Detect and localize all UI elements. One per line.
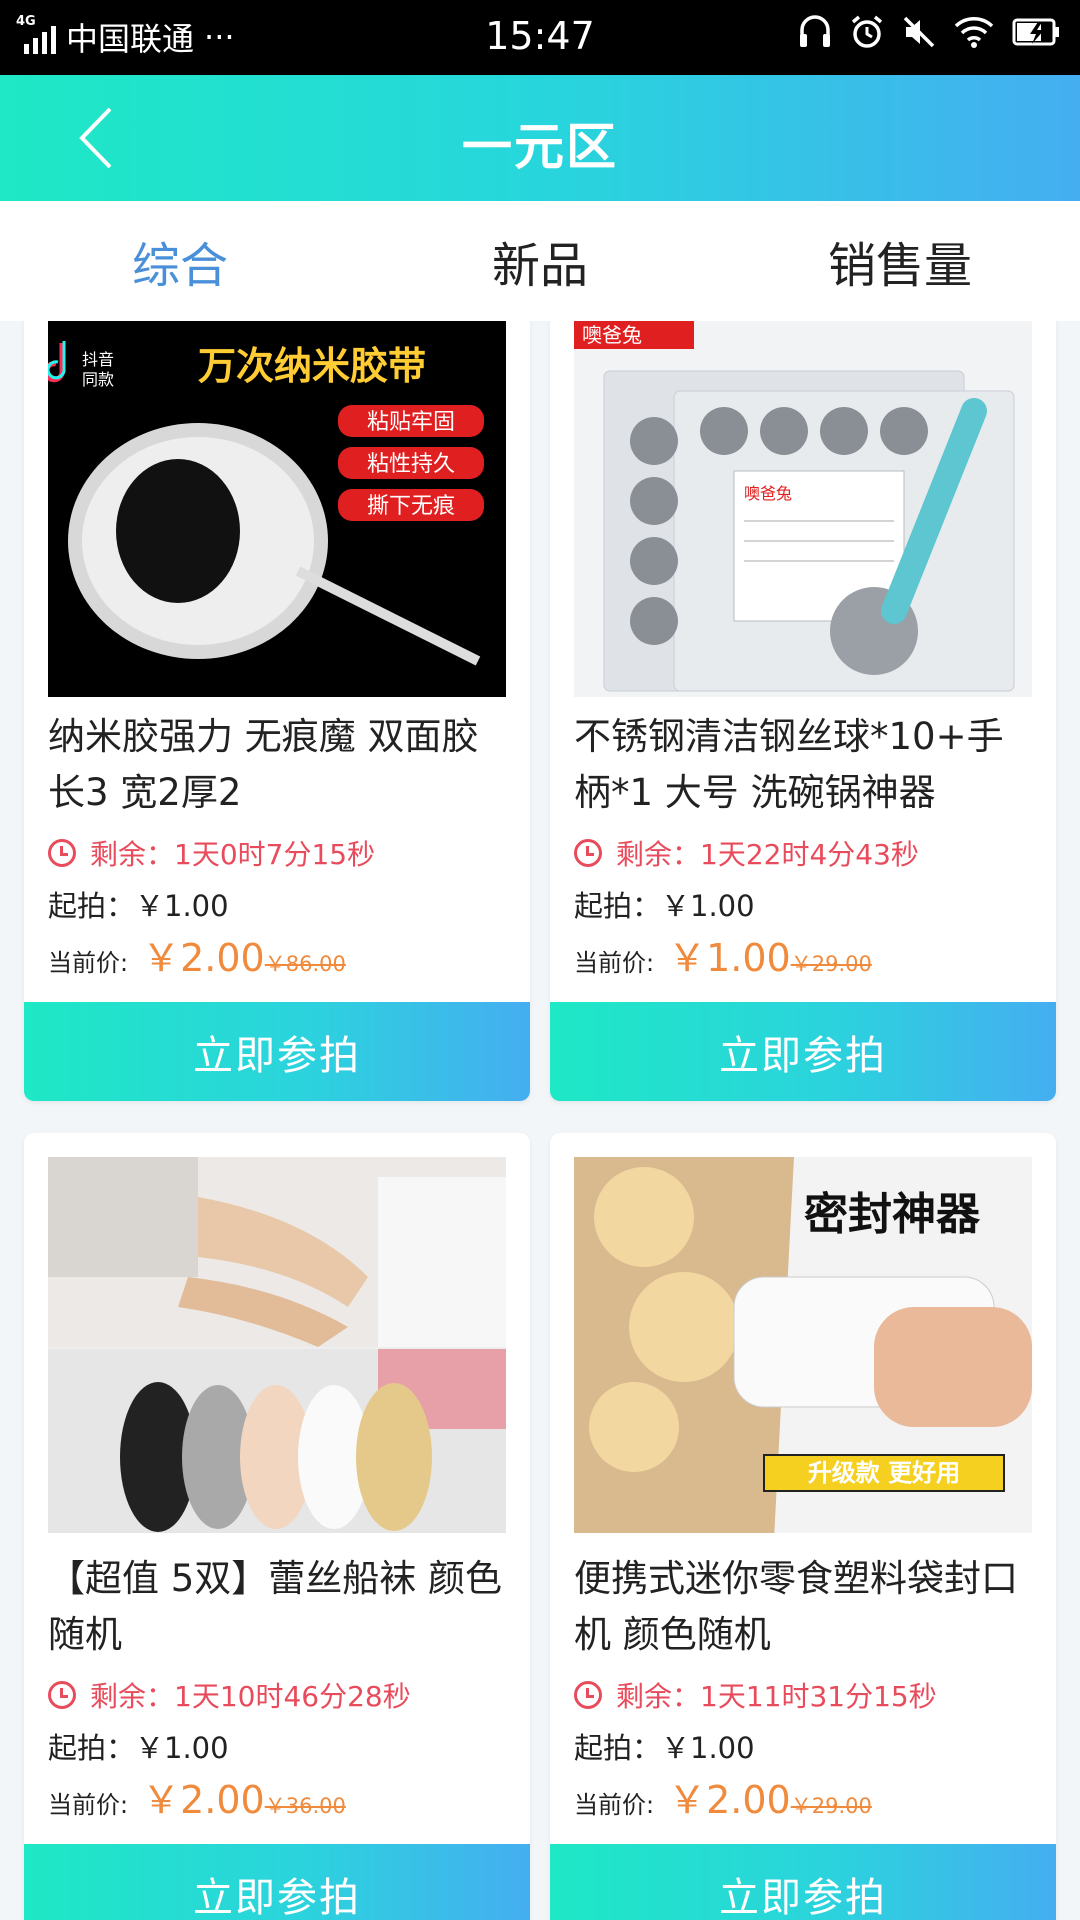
current-price-label: 当前价: (574, 1791, 655, 1819)
product-name: 不锈钢清洁钢丝球*10+手柄*1 大号 洗碗锅神器 (574, 715, 1004, 814)
status-right (798, 14, 1062, 50)
sort-tabs: 综合 新品 销售量 (0, 201, 1080, 321)
starting-price: 起拍：￥1.00 (574, 889, 755, 923)
current-price-label: 当前价: (48, 949, 129, 977)
product-name: 便携式迷你零食塑料袋封口机 颜色随机 (574, 1557, 1018, 1656)
current-price: ￥1.00 (668, 936, 791, 980)
svg-text:撕下无痕: 撕下无痕 (367, 494, 455, 519)
alarm-icon (851, 15, 883, 48)
status-bar: 4G 中国联通 ··· 15:47 (0, 0, 1080, 75)
countdown-text: 剩余：1天11时31分15秒 (616, 1680, 937, 1713)
product-image: 抖音 同款 万次纳米胶带 粘贴牢固 粘性持久 撕下无痕 (48, 321, 506, 697)
image-banner: 升级款 更好用 (808, 1459, 960, 1487)
product-image: 密封神器 升级款 更好用 (574, 1157, 1032, 1533)
clock-icon (574, 1681, 602, 1709)
bid-now-button[interactable]: 立即参拍 (24, 1844, 530, 1920)
brand-label: 噢爸兔 (582, 323, 642, 347)
product-grid: 抖音 同款 万次纳米胶带 粘贴牢固 粘性持久 撕下无痕 纳米胶强力 无痕魔 双面… (0, 321, 1080, 1920)
product-image: 噢爸兔 噢爸兔 (574, 321, 1032, 697)
original-price: ￥86.00 (264, 952, 346, 976)
sealer-image: 密封神器 升级款 更好用 (574, 1157, 1032, 1533)
battery-charging-icon (1012, 18, 1059, 46)
starting-price: 起拍：￥1.00 (48, 1731, 229, 1765)
tab-new[interactable]: 新品 (360, 201, 720, 321)
tab-sales[interactable]: 销售量 (720, 201, 1080, 321)
countdown: 剩余：1天0时7分15秒 (48, 833, 375, 873)
countdown: 剩余：1天11时31分15秒 (574, 1675, 937, 1715)
current-price-label: 当前价: (48, 1791, 129, 1819)
bid-now-button[interactable]: 立即参拍 (550, 1002, 1056, 1101)
current-price-row: 当前价: ￥2.00 ￥36.00 (48, 1769, 346, 1824)
current-price-row: 当前价: ￥1.00 ￥29.00 (574, 927, 872, 982)
current-price-row: 当前价: ￥2.00 ￥29.00 (574, 1769, 872, 1824)
headphones-icon (800, 15, 830, 47)
starting-price: 起拍：￥1.00 (48, 889, 229, 923)
current-price-label: 当前价: (574, 949, 655, 977)
image-headline: 万次纳米胶带 (198, 344, 426, 388)
svg-text:粘贴牢固: 粘贴牢固 (367, 410, 455, 435)
douyin-badge-b: 同款 (82, 371, 114, 389)
clock-icon (48, 1681, 76, 1709)
countdown: 剩余：1天10时46分28秒 (48, 1675, 411, 1715)
tab-comprehensive[interactable]: 综合 (0, 201, 360, 321)
socks-image (48, 1157, 506, 1533)
tape-image: 抖音 同款 万次纳米胶带 粘贴牢固 粘性持久 撕下无痕 (48, 321, 506, 697)
countdown-text: 剩余：1天22时4分43秒 (616, 838, 919, 871)
current-price: ￥2.00 (142, 1778, 265, 1822)
steel-wool-image: 噢爸兔 噢爸兔 (574, 321, 1032, 697)
countdown-text: 剩余：1天10时46分28秒 (90, 1680, 411, 1713)
original-price: ￥36.00 (264, 1794, 346, 1818)
clock-icon (574, 839, 602, 867)
image-headline: 密封神器 (804, 1189, 981, 1240)
starting-price: 起拍：￥1.00 (574, 1731, 755, 1765)
douyin-badge-a: 抖音 (82, 351, 114, 369)
current-price-row: 当前价: ￥2.00 ￥86.00 (48, 927, 346, 982)
svg-text:噢爸兔: 噢爸兔 (744, 484, 792, 503)
countdown: 剩余：1天22时4分43秒 (574, 833, 919, 873)
mute-icon (903, 16, 935, 48)
header-bar: 一元区 (0, 75, 1080, 201)
product-card[interactable]: 【超值 5双】蕾丝船袜 颜色随机 剩余：1天10时46分28秒 起拍：￥1.00… (24, 1133, 530, 1920)
product-card[interactable]: 密封神器 升级款 更好用 便携式迷你零食塑料袋封口机 颜色随机 剩余：1天11时… (550, 1133, 1056, 1920)
current-price: ￥2.00 (668, 1778, 791, 1822)
bid-now-button[interactable]: 立即参拍 (24, 1002, 530, 1101)
product-image (48, 1157, 506, 1533)
bid-now-button[interactable]: 立即参拍 (550, 1844, 1056, 1920)
current-price: ￥2.00 (142, 936, 265, 980)
svg-text:粘性持久: 粘性持久 (367, 452, 455, 477)
original-price: ￥29.00 (790, 1794, 872, 1818)
wifi-icon (954, 17, 994, 48)
product-card[interactable]: 抖音 同款 万次纳米胶带 粘贴牢固 粘性持久 撕下无痕 纳米胶强力 无痕魔 双面… (24, 321, 530, 1101)
countdown-text: 剩余：1天0时7分15秒 (90, 838, 376, 871)
original-price: ￥29.00 (790, 952, 872, 976)
product-card[interactable]: 噢爸兔 噢爸兔 不锈钢清洁钢丝球*10+手柄*1 大号 洗碗锅神器 剩余：1天2… (550, 321, 1056, 1101)
clock-icon (48, 839, 76, 867)
product-name: 【超值 5双】蕾丝船袜 颜色随机 (48, 1557, 503, 1656)
page-title: 一元区 (462, 118, 618, 176)
product-name: 纳米胶强力 无痕魔 双面胶 长3 宽2厚2 (48, 715, 479, 814)
